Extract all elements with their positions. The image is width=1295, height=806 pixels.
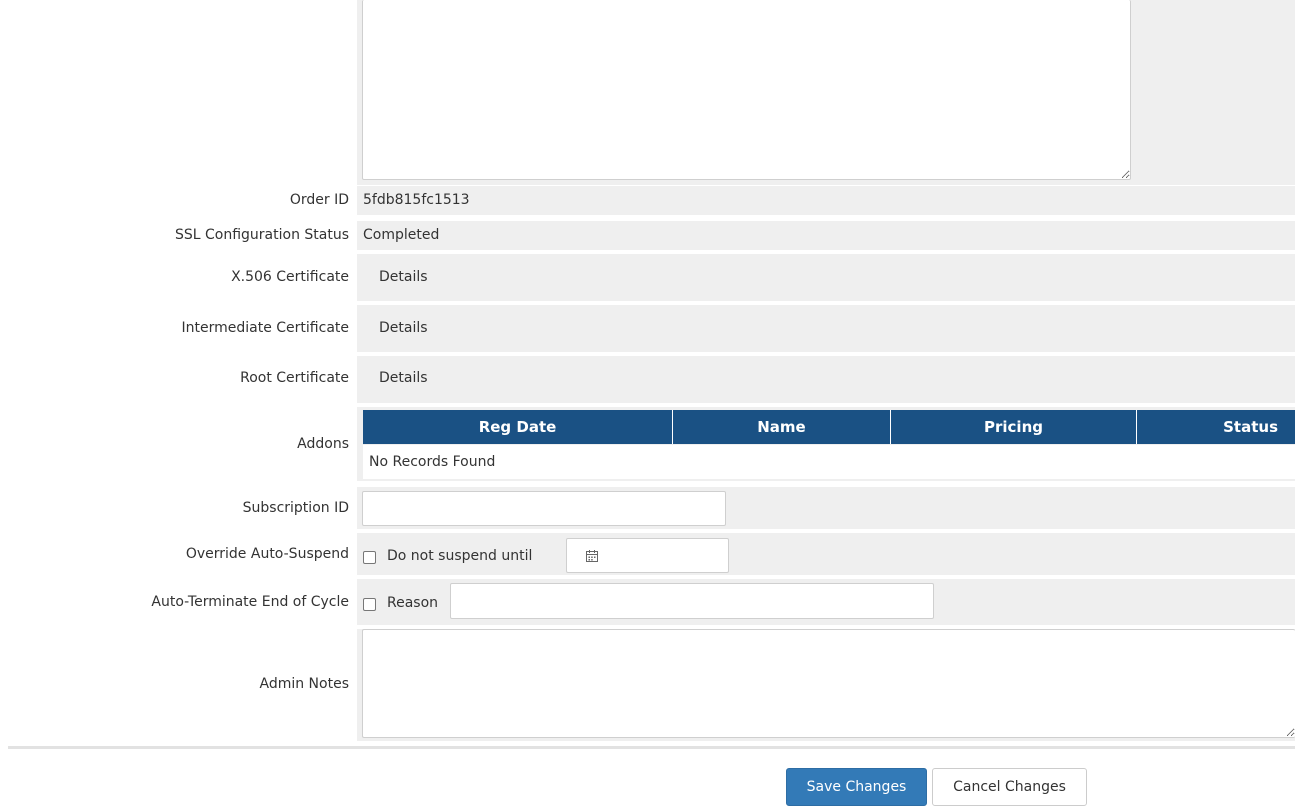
- addons-label: Addons: [297, 436, 349, 452]
- order-id-value: 5fdb815fc1513: [363, 192, 470, 208]
- x506-certificate-label: X.506 Certificate: [231, 269, 349, 285]
- addons-empty-text: No Records Found: [369, 454, 496, 470]
- calendar-icon[interactable]: [585, 549, 599, 563]
- addons-column-pricing[interactable]: Pricing: [891, 410, 1137, 444]
- intermediate-certificate-field: [357, 305, 1295, 352]
- x506-certificate-field: [357, 254, 1295, 301]
- suspend-until-date-input[interactable]: [566, 538, 729, 573]
- override-auto-suspend-checkbox[interactable]: [363, 551, 376, 564]
- intermediate-certificate-details-link[interactable]: Details: [379, 320, 428, 336]
- ssl-status-value: Completed: [363, 227, 440, 243]
- admin-notes-textarea[interactable]: [362, 629, 1295, 738]
- addons-column-reg-date[interactable]: Reg Date: [363, 410, 673, 444]
- cancel-changes-button[interactable]: Cancel Changes: [932, 768, 1087, 806]
- ssl-status-label: SSL Configuration Status: [174, 227, 349, 243]
- addons-empty-row: [363, 445, 1295, 479]
- x506-certificate-details-link[interactable]: Details: [379, 269, 428, 285]
- root-certificate-field: [357, 356, 1295, 403]
- addons-column-status[interactable]: Status: [1137, 410, 1295, 444]
- addons-column-name[interactable]: Name: [673, 410, 891, 444]
- order-id-label: Order ID: [289, 192, 349, 208]
- form-divider: [8, 746, 1295, 749]
- order-id-field: [357, 186, 1295, 215]
- auto-terminate-checkbox[interactable]: [363, 598, 376, 611]
- subscription-id-input[interactable]: [362, 491, 726, 526]
- override-auto-suspend-checkbox-label: Do not suspend until: [387, 548, 533, 564]
- auto-terminate-reason-input[interactable]: [450, 583, 934, 619]
- subscription-id-label: Subscription ID: [242, 500, 349, 516]
- ssl-status-field: [357, 221, 1295, 250]
- top-textarea[interactable]: [362, 0, 1131, 180]
- intermediate-certificate-label: Intermediate Certificate: [181, 320, 350, 336]
- save-changes-button[interactable]: Save Changes: [786, 768, 927, 806]
- auto-terminate-label: Auto-Terminate End of Cycle: [151, 594, 349, 610]
- admin-notes-label: Admin Notes: [259, 676, 349, 692]
- root-certificate-label: Root Certificate: [240, 370, 349, 386]
- root-certificate-details-link[interactable]: Details: [379, 370, 428, 386]
- override-auto-suspend-label: Override Auto-Suspend: [185, 546, 349, 562]
- auto-terminate-checkbox-label: Reason: [387, 595, 439, 611]
